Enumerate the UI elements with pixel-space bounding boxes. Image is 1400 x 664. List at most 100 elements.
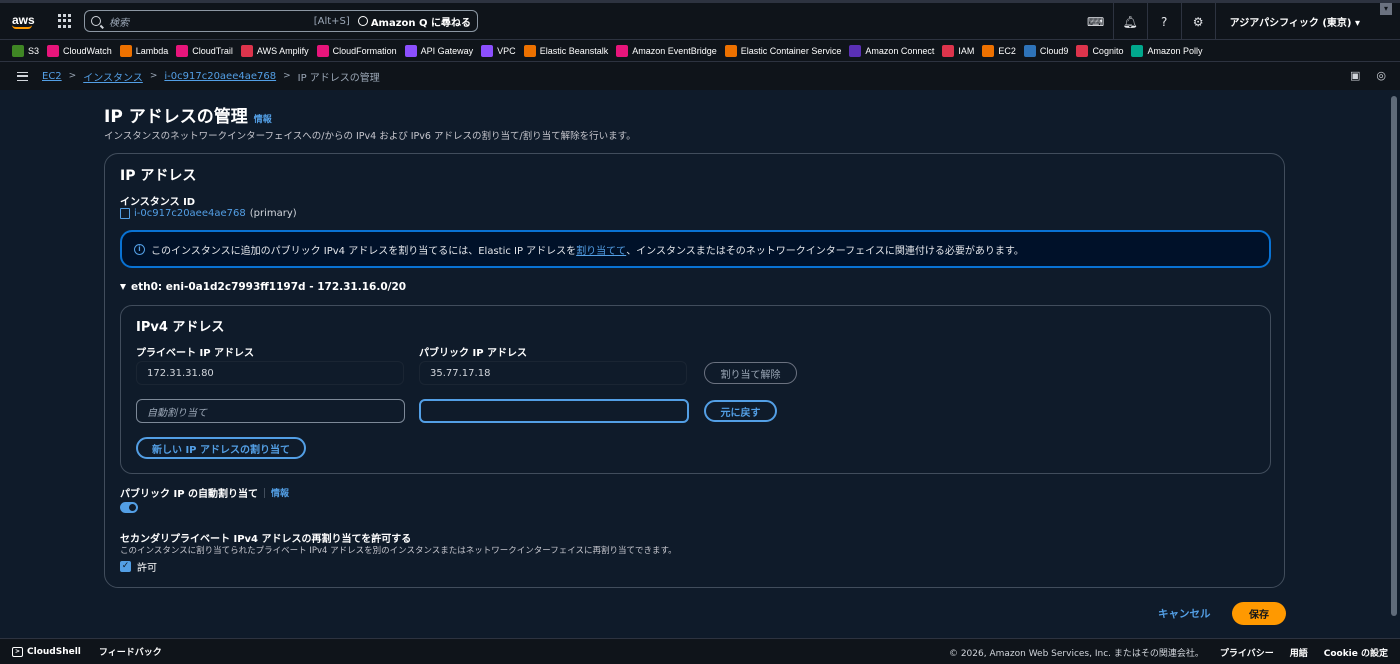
favorite-cloudformation[interactable]: CloudFormation [316, 44, 397, 57]
region-selector[interactable]: アジアパシフィック (東京) ▾ [1214, 3, 1400, 40]
revert-button[interactable]: 元に戻す [704, 400, 777, 422]
favorite-ec2[interactable]: EC2 [982, 44, 1016, 57]
cloudshell-button[interactable]: > CloudShell [12, 646, 81, 657]
favorite-cloudwatch[interactable]: CloudWatch [47, 44, 112, 57]
page-title: IP アドレスの管理 情報 [104, 107, 272, 127]
public-ip-label: パブリック IP アドレス [419, 348, 528, 359]
service-icon [1131, 44, 1144, 57]
unassign-button[interactable]: 割り当て解除 [704, 362, 797, 384]
service-icon [724, 44, 737, 57]
favorite-elastic-beanstalk[interactable]: Elastic Beanstalk [523, 44, 608, 57]
service-icon [119, 44, 132, 57]
terms-link[interactable]: 用語 [1290, 646, 1308, 659]
side-nav-toggle-icon[interactable] [17, 71, 28, 81]
private-ip-label: プライベート IP アドレス [136, 348, 255, 359]
aws-logo[interactable]: aws [12, 14, 36, 29]
info-link[interactable]: 情報 [271, 486, 289, 499]
save-button[interactable]: 保存 [1232, 602, 1286, 625]
allow-checkbox[interactable]: ✓ 許可 [120, 559, 157, 574]
card-title: IP アドレス [120, 168, 197, 184]
breadcrumb-current: IP アドレスの管理 [297, 72, 380, 84]
info-alert: i このインスタンスに追加のパブリック IPv4 アドレスを割り当てるには、El… [120, 230, 1271, 268]
public-ip-input[interactable] [419, 399, 689, 423]
copyright-text: © 2026, Amazon Web Services, Inc. またはその関… [948, 648, 1204, 659]
service-icon [176, 44, 189, 57]
page-description: インスタンスのネットワークインターフェイスへの/からの IPv4 および IPv… [104, 131, 636, 142]
page-scrollbar[interactable] [1388, 90, 1400, 638]
favorite-amazon-eventbridge[interactable]: Amazon EventBridge [616, 44, 717, 57]
breadcrumb: EC2 > インスタンス > i-0c917c20aee4ae768 > IP … [42, 69, 380, 84]
notifications-bell-icon[interactable]: 🔔︎ [1112, 3, 1147, 40]
cloudshell-icon[interactable]: ⌨ [1079, 3, 1113, 40]
breadcrumb-instance-id[interactable]: i-0c917c20aee4ae768 [164, 71, 276, 82]
favorite-lambda[interactable]: Lambda [119, 44, 168, 57]
footer: > CloudShell フィードバック © 2026, Amazon Web S… [0, 638, 1400, 664]
service-icon [523, 44, 536, 57]
service-icon [481, 44, 494, 57]
services-menu-icon[interactable] [58, 14, 72, 28]
top-navigation: aws 検索 [Alt+S] Amazon Q に尋ねる ⌨ 🔔︎ ? ⚙ アジ… [0, 0, 1400, 40]
chevron-right-icon: > [283, 71, 291, 81]
favorite-vpc[interactable]: VPC [481, 44, 516, 57]
info-icon: i [134, 243, 145, 255]
favorite-s3[interactable]: S3 [12, 44, 39, 57]
amazon-q-icon [357, 16, 368, 26]
favorite-iam[interactable]: IAM [942, 44, 974, 57]
info-link[interactable]: 情報 [254, 112, 272, 125]
instance-id-label: インスタンス ID [120, 197, 196, 208]
service-icon [240, 44, 253, 57]
service-icon [316, 44, 329, 57]
network-interface-expander[interactable]: eth0: eni-0a1d2c7993ff1197d - 172.31.16.… [120, 281, 406, 293]
ip-address-card: IP アドレス インスタンス ID i-0c917c20aee4ae768 (p… [104, 153, 1285, 588]
service-icon [404, 44, 417, 57]
feedback-link[interactable]: フィードバック [99, 645, 162, 658]
search-icon [91, 16, 101, 26]
chevron-right-icon: > [149, 71, 158, 81]
search-input[interactable]: 検索 [Alt+S] Amazon Q に尋ねる [84, 10, 478, 32]
favorite-cloudtrail[interactable]: CloudTrail [176, 44, 233, 57]
favorite-amazon-connect[interactable]: Amazon Connect [849, 44, 934, 57]
privacy-link[interactable]: プライバシー [1220, 646, 1274, 659]
favorite-cognito[interactable]: Cognito [1076, 44, 1123, 57]
service-icon [942, 44, 955, 57]
service-icon [1076, 44, 1089, 57]
instance-id-value: i-0c917c20aee4ae768 (primary) [120, 208, 297, 219]
service-icon [1023, 44, 1036, 57]
service-icon [849, 44, 862, 57]
search-shortcut: [Alt+S] [313, 15, 350, 27]
breadcrumb-ec2[interactable]: EC2 [42, 71, 62, 82]
auto-assign-public-ip-label: パブリック IP の自動割り当て 情報 [120, 485, 289, 500]
auto-assign-public-ip-toggle[interactable] [120, 502, 138, 513]
favorites-bar: S3 CloudWatch Lambda CloudTrail AWS Amplify C… [0, 40, 1400, 62]
copy-icon[interactable] [120, 208, 130, 219]
service-icon [47, 44, 60, 57]
service-icon [12, 44, 24, 57]
ipv4-title: IPv4 アドレス [136, 320, 225, 335]
service-icon [982, 44, 995, 57]
cancel-button[interactable]: キャンセル [1158, 606, 1211, 621]
favorite-api-gateway[interactable]: API Gateway [404, 44, 473, 57]
cookie-settings-link[interactable]: Cookie の設定 [1324, 646, 1388, 659]
help-icon[interactable]: ? [1146, 3, 1181, 40]
amazon-q-button[interactable]: Amazon Q に尋ねる [357, 14, 471, 29]
checkmark-icon: ✓ [120, 561, 131, 572]
tutorial-icon[interactable]: ◎ [1376, 69, 1386, 82]
search-placeholder: 検索 [109, 17, 129, 29]
feedback-panel-icon[interactable]: ▣ [1350, 69, 1360, 82]
allocate-link[interactable]: 割り当てて [576, 242, 626, 257]
terminal-icon: > [12, 646, 23, 657]
favorite-aws-amplify[interactable]: AWS Amplify [240, 44, 309, 57]
settings-gear-icon[interactable]: ⚙ [1180, 3, 1215, 40]
breadcrumb-instances[interactable]: インスタンス [83, 69, 143, 84]
collapse-arrow-icon[interactable]: ▾ [1380, 3, 1392, 15]
auto-assign-input[interactable]: 自動割り当て [136, 399, 405, 423]
service-icon [616, 44, 629, 57]
favorite-elastic-container-service[interactable]: Elastic Container Service [724, 44, 841, 57]
instance-id-link[interactable]: i-0c917c20aee4ae768 [134, 208, 246, 219]
assign-new-ip-button[interactable]: 新しい IP アドレスの割り当て [136, 437, 306, 459]
public-ip-value: 35.77.17.18 [419, 361, 687, 385]
favorite-cloud9[interactable]: Cloud9 [1023, 44, 1068, 57]
chevron-right-icon: > [68, 71, 77, 81]
favorite-amazon-polly[interactable]: Amazon Polly [1131, 44, 1203, 57]
ipv4-address-section: IPv4 アドレス プライベート IP アドレス パブリック IP アドレス 1… [120, 305, 1271, 474]
